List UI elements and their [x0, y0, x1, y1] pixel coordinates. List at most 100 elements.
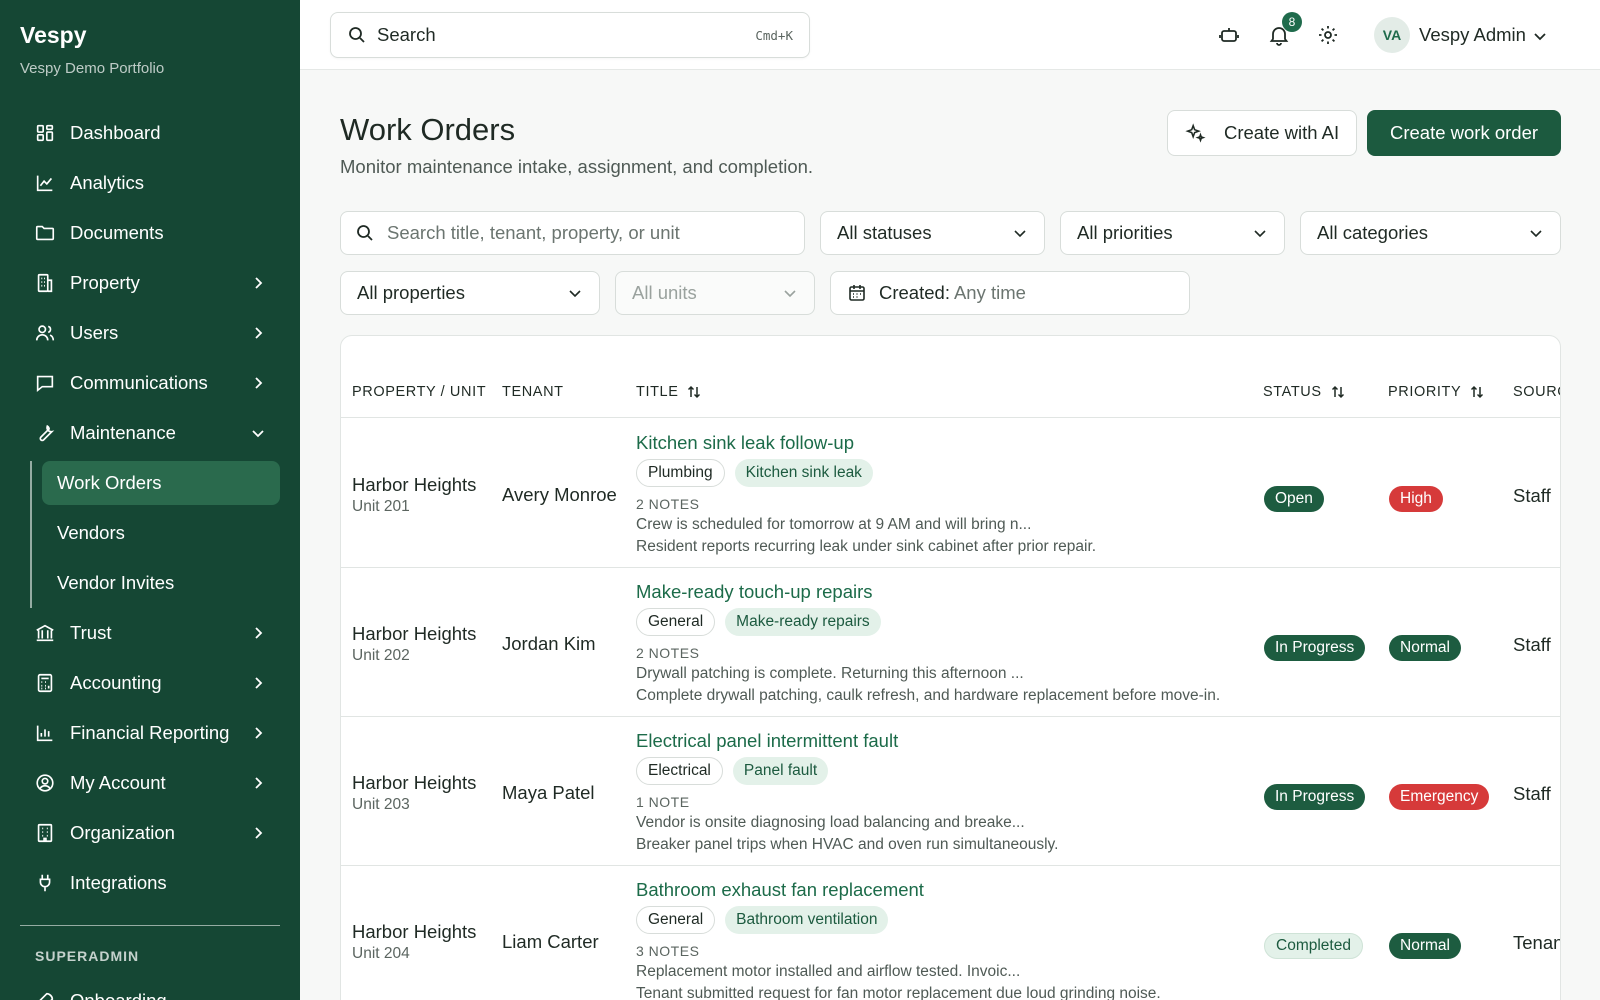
- bar-chart-icon: [36, 725, 53, 742]
- sidebar-item-accounting[interactable]: Accounting: [20, 658, 280, 708]
- chevron-right-icon: [255, 727, 263, 739]
- users-icon: [35, 325, 55, 341]
- maintenance-subnav: Work Orders Vendors Vendor Invites: [30, 461, 280, 608]
- sidebar-item-label: Organization: [70, 822, 175, 843]
- subcategory-chip: Panel fault: [732, 757, 829, 785]
- category-filter-value: All categories: [1317, 222, 1429, 243]
- sidebar-item-documents[interactable]: Documents: [20, 208, 280, 258]
- work-order-description: Tenant submitted request for fan motor r…: [636, 985, 1161, 1000]
- sidebar-item-label: Financial Reporting: [70, 722, 230, 743]
- created-filter-value: Any time: [953, 282, 1026, 303]
- column-header-title[interactable]: TITLE: [636, 384, 702, 400]
- avatar[interactable]: VA: [1374, 17, 1410, 53]
- chevron-down-icon[interactable]: [1532, 28, 1548, 44]
- notes-count: 2 NOTES: [636, 645, 700, 661]
- sidebar-nav: Dashboard Analytics Documents Property U…: [20, 108, 280, 908]
- sidebar-item-label: Integrations: [70, 872, 167, 893]
- chevron-down-icon: [1254, 230, 1266, 238]
- priority-badge: Normal: [1389, 635, 1461, 661]
- sidebar-item-users[interactable]: Users: [20, 308, 280, 358]
- sidebar-item-trust[interactable]: Trust: [20, 608, 280, 658]
- column-header-priority-label: PRIORITY: [1388, 384, 1462, 400]
- page-title: Work Orders: [340, 112, 516, 147]
- latest-note: Crew is scheduled for tomorrow at 9 AM a…: [636, 516, 1032, 533]
- sidebar-item-property[interactable]: Property: [20, 258, 280, 308]
- row-tenant: Maya Patel: [502, 782, 595, 803]
- gear-icon[interactable]: [1316, 23, 1340, 47]
- work-order-description: Breaker panel trips when HVAC and oven r…: [636, 836, 1059, 853]
- sidebar-item-label: Maintenance: [70, 422, 176, 443]
- work-order-title-link[interactable]: Bathroom exhaust fan replacement: [636, 879, 1256, 901]
- create-work-order-button[interactable]: Create work order: [1367, 110, 1561, 156]
- bot-icon[interactable]: [1217, 23, 1241, 47]
- table-row[interactable]: Harbor Heights Unit 202 Jordan Kim Make-…: [341, 568, 1560, 717]
- superadmin-section-label: SUPERADMIN: [35, 948, 140, 964]
- sidebar-item-analytics[interactable]: Analytics: [20, 158, 280, 208]
- column-header-status-label: STATUS: [1263, 384, 1322, 400]
- sidebar-item-vendors[interactable]: Vendors: [42, 508, 280, 558]
- chevron-down-icon: [1530, 230, 1542, 238]
- sidebar-item-label: Communications: [70, 372, 208, 393]
- sidebar-item-my-account[interactable]: My Account: [20, 758, 280, 808]
- table-row[interactable]: Harbor Heights Unit 201 Avery Monroe Kit…: [341, 419, 1560, 568]
- column-header-title-label: TITLE: [636, 384, 679, 400]
- work-order-search: [340, 211, 805, 255]
- global-search-button[interactable]: Search Cmd+K: [330, 12, 810, 58]
- row-property: Harbor Heights: [352, 921, 477, 942]
- status-badge: Open: [1264, 486, 1324, 512]
- work-order-title-link[interactable]: Kitchen sink leak follow-up: [636, 432, 1256, 454]
- column-header-status[interactable]: STATUS: [1263, 384, 1346, 400]
- sidebar-item-organization[interactable]: Organization: [20, 808, 280, 858]
- row-tenant: Liam Carter: [502, 931, 599, 952]
- notification-count-badge: 8: [1282, 12, 1302, 32]
- bank-icon: [36, 624, 54, 642]
- priority-filter-value: All priorities: [1077, 222, 1173, 243]
- work-order-title-link[interactable]: Make-ready touch-up repairs: [636, 581, 1256, 603]
- sidebar-item-label: Analytics: [70, 172, 145, 193]
- page-subtitle: Monitor maintenance intake, assignment, …: [340, 156, 814, 177]
- column-header-tenant: TENANT: [502, 384, 564, 400]
- priority-badge: High: [1389, 486, 1443, 512]
- row-unit: Unit 203: [352, 796, 410, 813]
- table-row[interactable]: Harbor Heights Unit 204 Liam Carter Bath…: [341, 866, 1560, 1000]
- chevron-down-icon: [1014, 230, 1026, 238]
- category-filter[interactable]: All categories: [1300, 211, 1561, 255]
- sidebar-item-maintenance[interactable]: Maintenance: [20, 408, 280, 458]
- sidebar-item-communications[interactable]: Communications: [20, 358, 280, 408]
- sidebar-item-financial-reporting[interactable]: Financial Reporting: [20, 708, 280, 758]
- sidebar-item-work-orders[interactable]: Work Orders: [42, 461, 280, 505]
- create-with-ai-label: Create with AI: [1224, 122, 1340, 143]
- latest-note: Replacement motor installed and airflow …: [636, 963, 1021, 980]
- chevron-right-icon: [255, 677, 263, 689]
- user-name[interactable]: Vespy Admin: [1419, 24, 1526, 46]
- sidebar-item-dashboard[interactable]: Dashboard: [20, 108, 280, 158]
- sidebar-item-vendor-invites[interactable]: Vendor Invites: [42, 558, 280, 608]
- sidebar-item-label: Property: [70, 272, 140, 293]
- created-date-filter[interactable]: Created: Any time: [830, 271, 1190, 315]
- work-order-search-input[interactable]: [387, 222, 790, 244]
- sort-icon: [688, 385, 701, 399]
- property-filter-value: All properties: [357, 282, 465, 303]
- priority-filter[interactable]: All priorities: [1060, 211, 1285, 255]
- work-order-title-link[interactable]: Electrical panel intermittent fault: [636, 730, 1256, 752]
- global-search-label: Search: [377, 24, 436, 45]
- status-filter[interactable]: All statuses: [820, 211, 1045, 255]
- sidebar-item-onboarding[interactable]: Onboarding: [20, 976, 280, 1000]
- row-unit: Unit 204: [352, 945, 410, 962]
- search-shortcut: Cmd+K: [755, 27, 793, 43]
- create-with-ai-button[interactable]: Create with AI: [1167, 110, 1357, 156]
- building-icon: [37, 273, 53, 293]
- sidebar-item-integrations[interactable]: Integrations: [20, 858, 280, 908]
- table-row[interactable]: Harbor Heights Unit 203 Maya Patel Elect…: [341, 717, 1560, 866]
- subcategory-chip: Kitchen sink leak: [734, 459, 873, 487]
- sidebar-item-label: My Account: [70, 772, 166, 793]
- column-header-priority[interactable]: PRIORITY: [1388, 384, 1485, 400]
- plug-icon: [39, 874, 51, 892]
- user-circle-icon: [36, 774, 54, 792]
- sidebar: Vespy Vespy Demo Portfolio Dashboard Ana…: [0, 0, 300, 1000]
- row-unit: Unit 201: [352, 498, 410, 515]
- row-source: Staff: [1513, 634, 1551, 655]
- chevron-right-icon: [255, 827, 263, 839]
- property-filter[interactable]: All properties: [340, 271, 600, 315]
- top-bar: Search Cmd+K 8 VA Vespy Admin: [300, 0, 1600, 70]
